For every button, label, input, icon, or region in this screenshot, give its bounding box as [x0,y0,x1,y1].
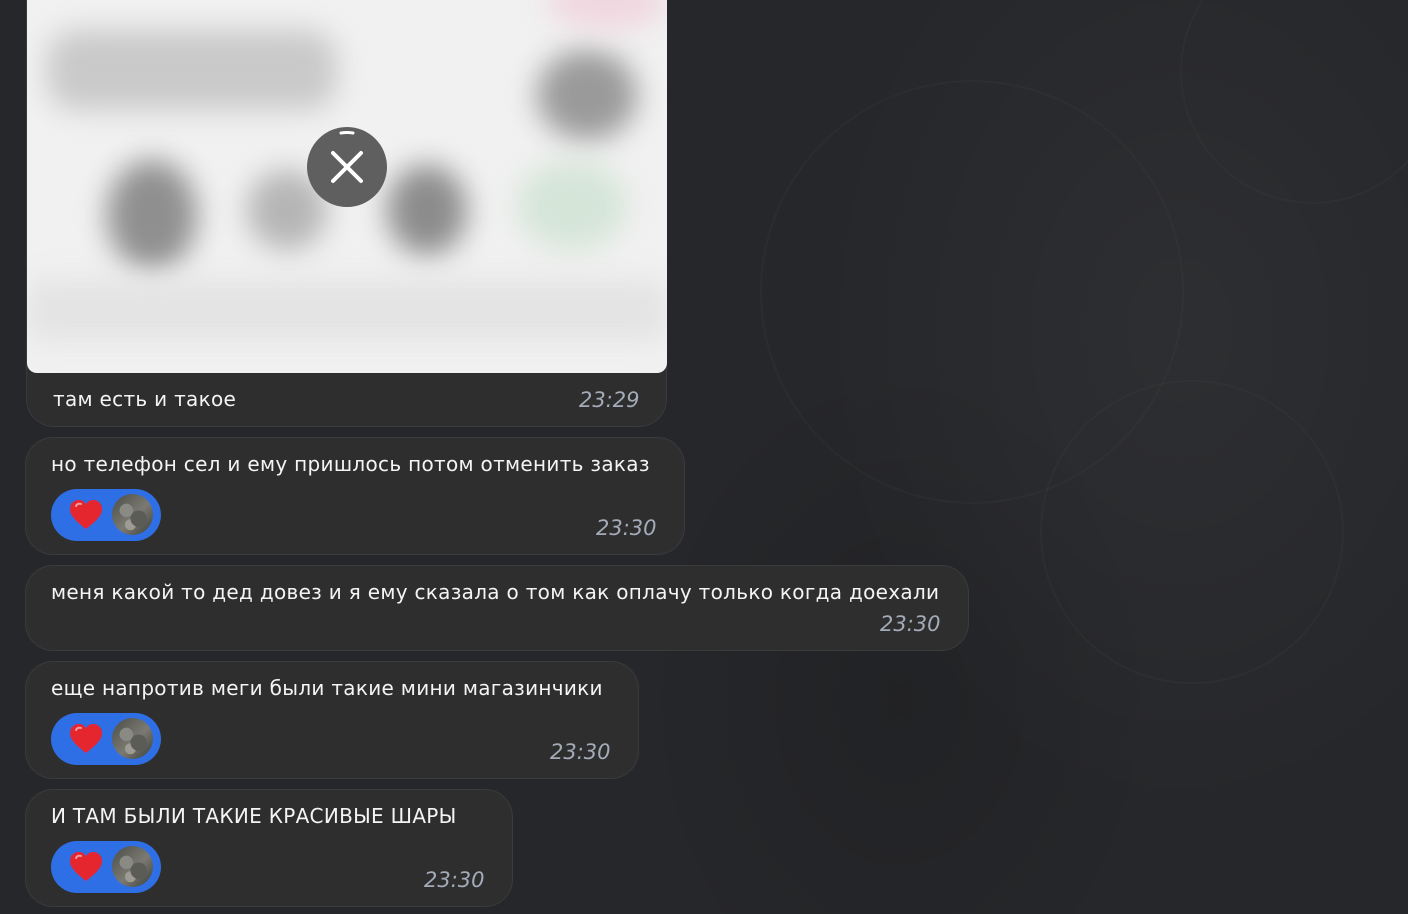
close-icon [331,130,363,183]
heart-icon [70,500,102,529]
message-time: 23:30 [424,868,485,892]
message-text: меня какой то дед довез и я ему сказала … [51,580,940,604]
message-time: 23:30 [880,612,941,636]
blurred-image-preview[interactable] [27,0,667,373]
blurred-content [27,280,667,340]
chat-background: там есть и такое 23:29 но телефон сел и … [0,0,1408,914]
message-bubble[interactable]: И ТАМ БЫЛИ ТАКИЕ КРАСИВЫЕ ШАРЫ 23:30 [25,789,513,907]
reaction-chip[interactable] [51,489,161,541]
reaction-chip[interactable] [51,713,161,765]
reactor-avatar [112,718,153,759]
blurred-content [517,160,627,250]
blurred-content [387,165,467,255]
message-text: И ТАМ БЫЛИ ТАКИЕ КРАСИВЫЕ ШАРЫ [51,804,457,828]
message-text: еще напротив меги были такие мини магази… [51,676,603,700]
blurred-content [107,160,197,270]
reactor-avatar [112,846,153,887]
background-pattern [1180,0,1408,204]
heart-icon [70,852,102,881]
message-bubble[interactable]: меня какой то дед довез и я ему сказала … [25,565,969,651]
blurred-content [537,50,637,140]
message-bubble[interactable]: еще напротив меги были такие мини магази… [25,661,639,779]
reactor-avatar [112,494,153,535]
cancel-download-button[interactable] [307,127,387,207]
reaction-chip[interactable] [51,841,161,893]
message-caption: там есть и такое [53,387,237,411]
message-bubble-media[interactable]: там есть и такое 23:29 [26,0,667,427]
blurred-content [547,0,667,30]
heart-icon [70,724,102,753]
blurred-content [47,30,337,110]
message-time: 23:30 [596,516,657,540]
message-time: 23:30 [550,740,611,764]
message-bubble[interactable]: но телефон сел и ему пришлось потом отме… [25,437,685,555]
background-pattern [1040,380,1344,684]
message-time: 23:29 [579,388,640,412]
message-text: но телефон сел и ему пришлось потом отме… [51,452,650,476]
